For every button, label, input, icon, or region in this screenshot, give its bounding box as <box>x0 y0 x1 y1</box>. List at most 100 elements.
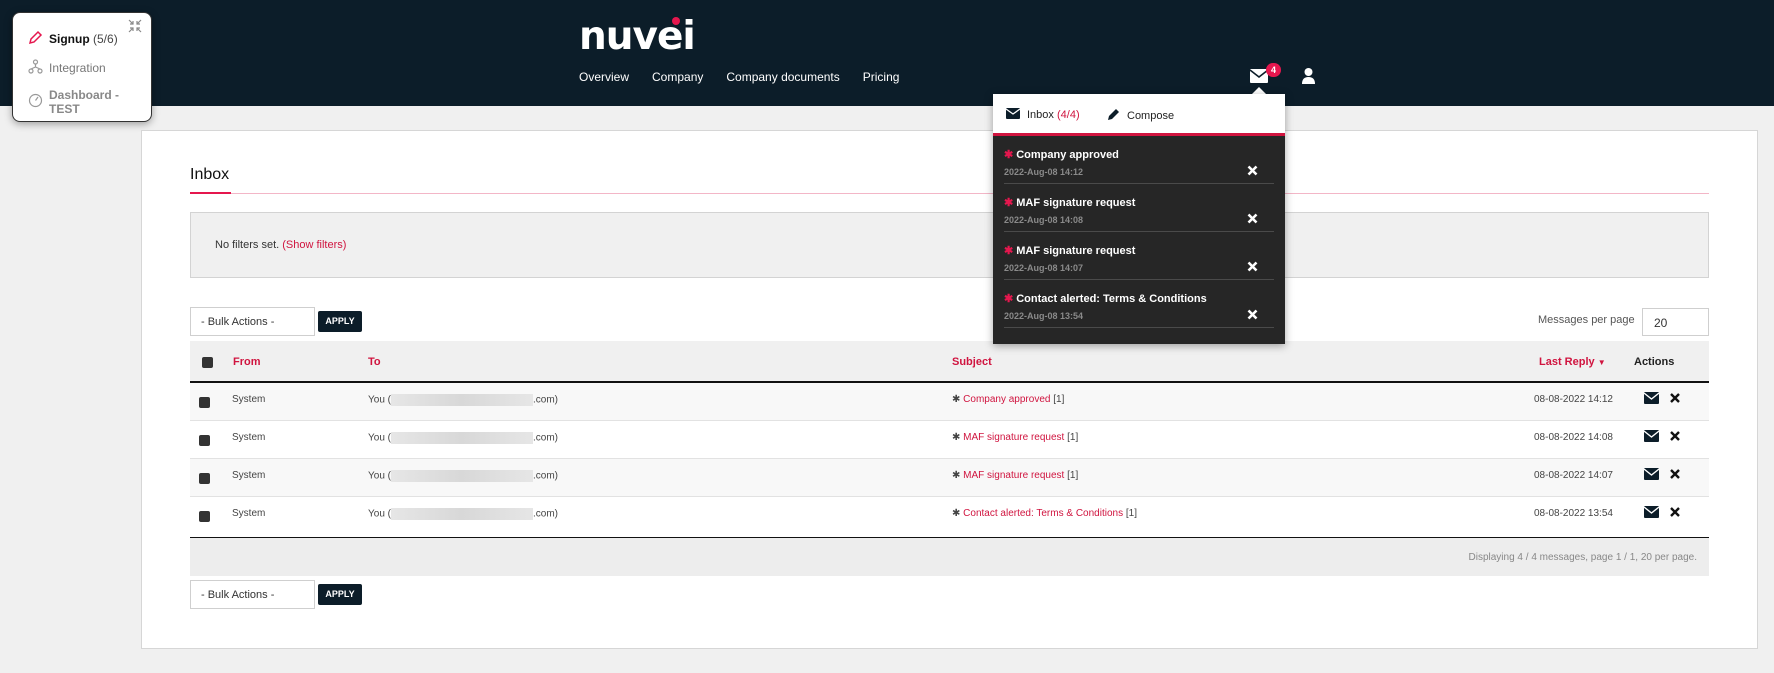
subject-link[interactable]: MAF signature request <box>963 470 1064 481</box>
delete-x-icon[interactable] <box>1670 507 1680 520</box>
row-last-reply: 08-08-2022 14:12 <box>1534 394 1613 405</box>
subject-link[interactable]: Contact alerted: Terms & Conditions <box>963 508 1123 519</box>
reply-envelope-icon[interactable] <box>1643 506 1660 521</box>
messages-dropdown: Inbox (4/4) Compose ✱ Company approved 20… <box>993 94 1285 344</box>
apply-button-bottom[interactable]: APPLY <box>318 584 362 605</box>
messages-per-page-input[interactable]: 20 <box>1642 308 1709 336</box>
redacted-email <box>390 394 533 406</box>
gauge-icon <box>28 93 43 111</box>
asterisk-icon: ✱ <box>1004 149 1014 161</box>
subject-link[interactable]: MAF signature request <box>963 432 1064 443</box>
table-row[interactable]: System You (.com) ✱ Contact alerted: Ter… <box>190 497 1709 535</box>
column-subject[interactable]: Subject <box>952 356 992 368</box>
column-from[interactable]: From <box>233 356 261 368</box>
row-to: You (.com) <box>368 508 558 520</box>
nodes-icon <box>28 59 43 77</box>
row-to: You (.com) <box>368 470 558 482</box>
table-footer: Displaying 4 / 4 messages, page 1 / 1, 2… <box>190 537 1709 576</box>
delete-x-icon[interactable] <box>1670 469 1680 482</box>
envelope-icon <box>1005 108 1021 122</box>
row-checkbox[interactable] <box>199 473 210 484</box>
redacted-email <box>390 508 533 520</box>
dismiss-x-icon[interactable] <box>1247 163 1258 181</box>
row-to: You (.com) <box>368 432 558 444</box>
sort-down-icon: ▼ <box>1597 358 1606 367</box>
row-from: System <box>232 470 266 481</box>
reply-envelope-icon[interactable] <box>1643 430 1660 445</box>
select-all-checkbox[interactable] <box>202 357 213 368</box>
dropdown-tab-compose[interactable]: Compose <box>1107 108 1174 124</box>
delete-x-icon[interactable] <box>1670 393 1680 406</box>
apply-button-top[interactable]: APPLY <box>318 311 362 332</box>
nav-company[interactable]: Company <box>652 70 703 84</box>
table-row[interactable]: System You (.com) ✱ Company approved [1]… <box>190 383 1709 421</box>
dropdown-message-item[interactable]: ✱ Company approved 2022-Aug-08 14:12 <box>1004 136 1274 184</box>
redacted-email <box>390 432 533 444</box>
compose-label: Compose <box>1127 110 1175 122</box>
row-subject: ✱ Company approved [1] <box>952 394 1065 405</box>
message-date: 2022-Aug-08 13:54 <box>1004 311 1084 321</box>
top-bar: nuvei Overview Company Company documents… <box>0 0 1774 106</box>
dropdown-tab-inbox[interactable]: Inbox (4/4) <box>1005 108 1080 122</box>
row-last-reply: 08-08-2022 14:08 <box>1534 432 1613 443</box>
bulk-actions-select-top[interactable]: - Bulk Actions - <box>190 307 315 336</box>
message-date: 2022-Aug-08 14:07 <box>1004 263 1084 273</box>
asterisk-icon: ✱ <box>1004 293 1014 305</box>
bulk-actions-select-bottom[interactable]: - Bulk Actions - <box>190 580 315 609</box>
row-from: System <box>232 508 266 519</box>
column-last-reply[interactable]: Last Reply ▼ <box>1539 356 1606 368</box>
dismiss-x-icon[interactable] <box>1247 307 1258 325</box>
message-date: 2022-Aug-08 14:08 <box>1004 215 1084 225</box>
table-row[interactable]: System You (.com) ✱ MAF signature reques… <box>190 421 1709 459</box>
pencil-icon <box>1107 108 1120 124</box>
sidemenu-label: Dashboard - TEST <box>49 88 120 116</box>
subject-link[interactable]: Company approved <box>963 394 1050 405</box>
column-actions: Actions <box>1634 356 1675 368</box>
inbox-tab-label: Inbox <box>1027 109 1054 121</box>
message-date: 2022-Aug-08 14:12 <box>1004 167 1084 177</box>
messages-per-page-label: Messages per page <box>1538 314 1635 326</box>
dropdown-message-item[interactable]: ✱ MAF signature request 2022-Aug-08 14:08 <box>1004 184 1274 232</box>
asterisk-icon: ✱ <box>1004 245 1014 257</box>
asterisk-icon: ✱ <box>1004 197 1014 209</box>
nav-overview[interactable]: Overview <box>579 70 629 84</box>
dropdown-message-item[interactable]: ✱ Contact alerted: Terms & Conditions 202… <box>1004 280 1274 328</box>
delete-x-icon[interactable] <box>1670 431 1680 444</box>
row-from: System <box>232 394 266 405</box>
sidemenu-item-dashboard[interactable]: Dashboard - TEST <box>28 88 151 116</box>
pagination-summary: Displaying 4 / 4 messages, page 1 / 1, 2… <box>1468 552 1697 563</box>
dismiss-x-icon[interactable] <box>1247 259 1258 277</box>
table-row[interactable]: System You (.com) ✱ MAF signature reques… <box>190 459 1709 497</box>
row-subject: ✱ MAF signature request [1] <box>952 432 1079 443</box>
dropdown-header: Inbox (4/4) Compose <box>993 94 1285 136</box>
collapse-icon[interactable] <box>128 19 142 38</box>
logo-dot <box>672 17 680 25</box>
messages-badge: 4 <box>1266 63 1281 77</box>
row-last-reply: 08-08-2022 13:54 <box>1534 508 1613 519</box>
row-from: System <box>232 432 266 443</box>
sidemenu-label: Integration <box>49 61 106 75</box>
page-title: Inbox <box>190 166 230 183</box>
row-checkbox[interactable] <box>199 511 210 522</box>
dismiss-x-icon[interactable] <box>1247 211 1258 229</box>
show-filters-link[interactable]: (Show filters) <box>282 239 346 251</box>
reply-envelope-icon[interactable] <box>1643 468 1660 483</box>
row-checkbox[interactable] <box>199 397 210 408</box>
sidemenu-item-signup[interactable]: Signup (5/6) <box>28 30 118 48</box>
signup-progress-menu: Signup (5/6) Integration Dashboard - TES… <box>12 12 152 122</box>
asterisk-icon: ✱ <box>952 470 961 481</box>
column-to[interactable]: To <box>368 356 381 368</box>
main-nav: Overview Company Company documents Prici… <box>579 70 899 84</box>
user-icon[interactable] <box>1302 68 1315 89</box>
reply-envelope-icon[interactable] <box>1643 392 1660 407</box>
row-last-reply: 08-08-2022 14:07 <box>1534 470 1613 481</box>
row-checkbox[interactable] <box>199 435 210 446</box>
dropdown-message-list: ✱ Company approved 2022-Aug-08 14:12 ✱ MAF… <box>993 136 1285 344</box>
nav-company-documents[interactable]: Company documents <box>726 70 839 84</box>
inbox-count: (4/4) <box>1056 109 1080 121</box>
title-underline <box>190 192 231 194</box>
dropdown-message-item[interactable]: ✱ MAF signature request 2022-Aug-08 14:07 <box>1004 232 1274 280</box>
nav-pricing[interactable]: Pricing <box>863 70 900 84</box>
redacted-email <box>390 470 533 482</box>
sidemenu-item-integration[interactable]: Integration <box>28 59 106 77</box>
